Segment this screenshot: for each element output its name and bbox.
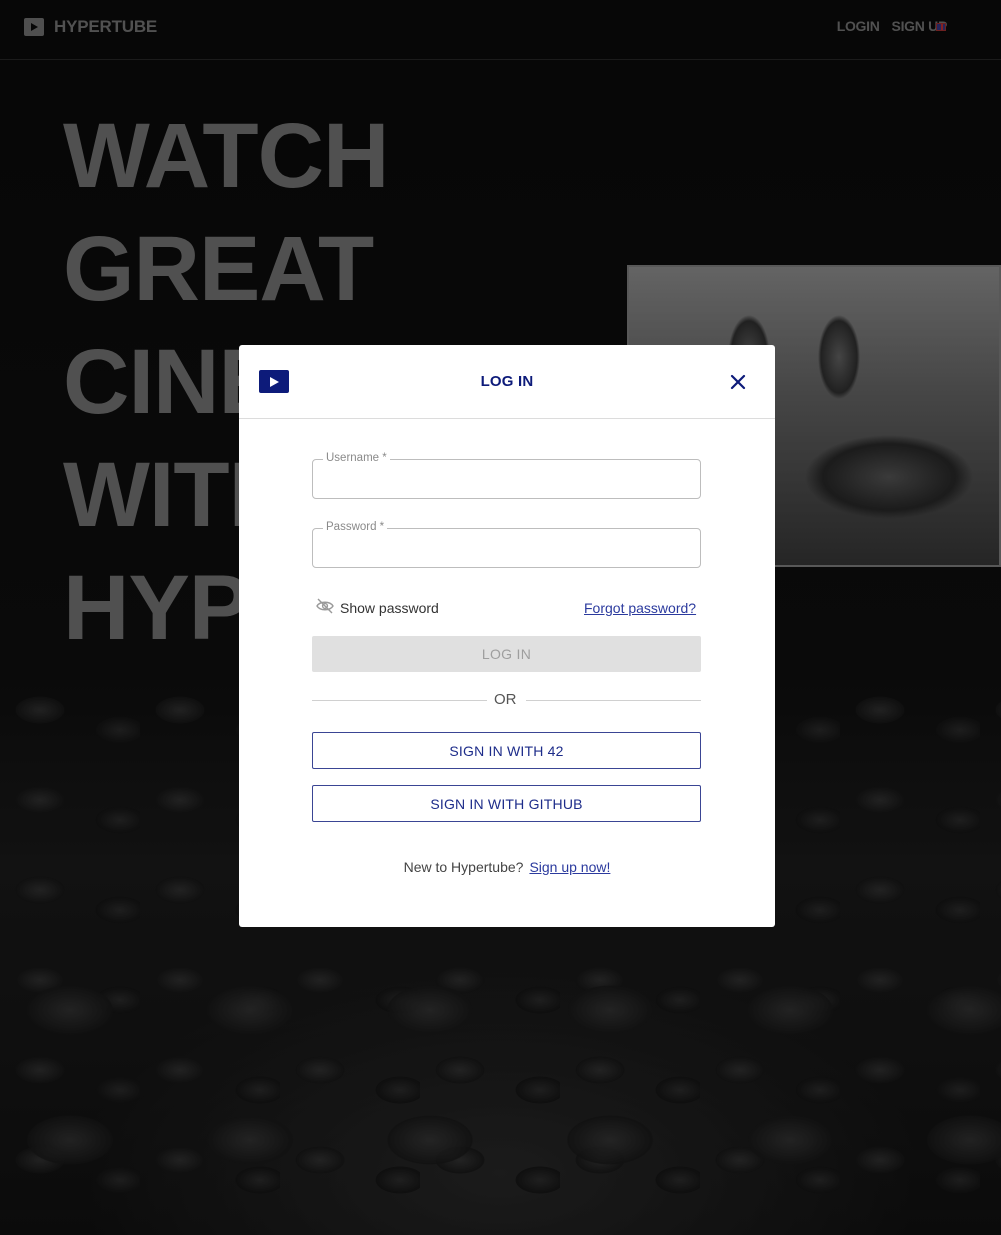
signup-link[interactable]: Sign up now! bbox=[529, 859, 610, 875]
password-label: Password * bbox=[323, 521, 388, 533]
show-password-label: Show password bbox=[340, 599, 439, 616]
username-label: Username * bbox=[323, 452, 390, 464]
username-input[interactable] bbox=[313, 460, 700, 498]
close-icon[interactable] bbox=[729, 373, 747, 391]
password-field[interactable]: Password * bbox=[312, 521, 701, 568]
divider-left bbox=[312, 700, 487, 701]
forgot-password-link[interactable]: Forgot password? bbox=[584, 600, 696, 616]
or-separator: OR bbox=[494, 691, 517, 708]
modal-header: LOG IN bbox=[239, 345, 775, 419]
login-modal: LOG IN Username * Password * Show passwo… bbox=[239, 345, 775, 927]
modal-title: LOG IN bbox=[480, 373, 534, 390]
password-input[interactable] bbox=[313, 529, 700, 567]
divider-right bbox=[526, 700, 701, 701]
new-user-text: New to Hypertube? bbox=[403, 859, 524, 875]
username-field[interactable]: Username * bbox=[312, 452, 701, 499]
signup-prompt: New to Hypertube? Sign up now! bbox=[239, 859, 775, 875]
login-button[interactable]: LOG IN bbox=[312, 636, 701, 672]
sign-in-github-button[interactable]: SIGN IN WITH GITHUB bbox=[312, 785, 701, 822]
sign-in-42-button[interactable]: SIGN IN WITH 42 bbox=[312, 732, 701, 769]
show-password-toggle[interactable]: Show password bbox=[316, 598, 439, 617]
eye-off-icon bbox=[316, 598, 334, 617]
